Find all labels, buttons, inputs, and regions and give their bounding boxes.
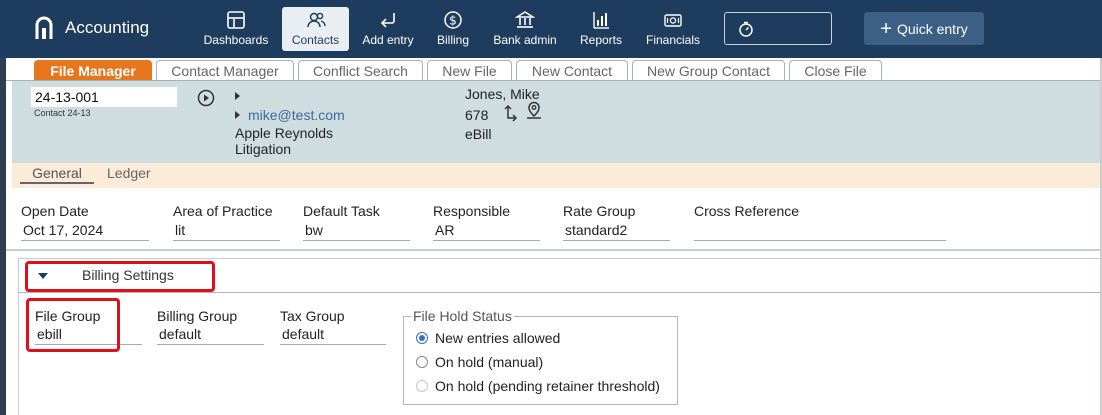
subtab-ledger[interactable]: Ledger: [107, 165, 151, 181]
quick-entry-label: Quick entry: [896, 20, 968, 37]
highlight-box-file-group: [26, 298, 120, 352]
billing-group-label: Billing Group: [157, 308, 238, 324]
default-task-label: Default Task: [303, 203, 380, 219]
client-name: Apple Reynolds: [235, 125, 334, 141]
tab-file-manager[interactable]: File Manager: [34, 60, 152, 80]
nav-bank-admin[interactable]: Bank admin: [488, 7, 562, 51]
contact-email[interactable]: mike@test.com: [248, 107, 345, 123]
tax-group-label: Tax Group: [280, 308, 345, 324]
subtab-bar: [12, 163, 1100, 188]
bank-icon: [515, 11, 535, 28]
responsible-label: Responsible: [433, 203, 511, 219]
area-of-practice-field[interactable]: lit: [173, 222, 280, 241]
contact-code: 678: [465, 107, 489, 123]
contacts-icon: [306, 12, 326, 28]
expand-arrow-icon[interactable]: [235, 111, 240, 119]
contact-note: Contact 24-13: [34, 108, 91, 118]
transfer-icon[interactable]: [502, 103, 520, 123]
dashboard-icon: [227, 11, 245, 29]
rate-group-field[interactable]: standard2: [563, 222, 670, 241]
file-number-field[interactable]: 24-13-001: [31, 87, 177, 107]
nav-reports-label: Reports: [579, 33, 623, 47]
billing-settings-header-line: [18, 292, 1100, 293]
subtab-general[interactable]: General: [20, 165, 94, 184]
billing-icon: $: [444, 11, 462, 29]
nav-contacts-label: Contacts: [291, 33, 340, 47]
radio-on-hold-manual[interactable]: [416, 356, 428, 368]
expand-arrow-icon[interactable]: [235, 92, 240, 100]
responsible-field[interactable]: AR: [433, 222, 540, 241]
radio-on-hold-retainer-label: On hold (pending retainer threshold): [435, 378, 660, 394]
default-task-field[interactable]: bw: [303, 222, 410, 241]
contact-name: Jones, Mike: [465, 86, 540, 102]
nav-add-entry-label: Add entry: [362, 33, 414, 47]
play-icon[interactable]: [197, 89, 215, 107]
radio-new-entries-allowed[interactable]: [416, 332, 428, 344]
nav-bank-admin-label: Bank admin: [493, 33, 557, 47]
matter-type: Litigation: [235, 141, 292, 157]
area-of-practice-label: Area of Practice: [173, 203, 273, 219]
file-hold-status-legend: File Hold Status: [411, 308, 514, 324]
app-logo-icon: [35, 16, 53, 39]
nav-contacts[interactable]: Contacts: [282, 7, 349, 51]
financials-icon: [664, 14, 682, 27]
nav-billing-label: Billing: [436, 33, 469, 47]
radio-on-hold-manual-label[interactable]: On hold (manual): [435, 354, 543, 370]
quick-entry-button[interactable]: + Quick entry: [864, 12, 984, 45]
cross-reference-label: Cross Reference: [694, 203, 800, 219]
nav-add-entry[interactable]: Add entry: [356, 7, 420, 51]
radio-new-entries-allowed-label[interactable]: New entries allowed: [435, 330, 560, 346]
plus-icon: +: [880, 17, 892, 40]
svg-text:$: $: [449, 14, 457, 28]
open-date-label: Open Date: [21, 203, 89, 219]
radio-on-hold-retainer: [416, 380, 428, 392]
nav-reports[interactable]: Reports: [575, 7, 627, 51]
reports-icon: [593, 12, 609, 29]
open-date-field[interactable]: Oct 17, 2024: [21, 222, 149, 241]
billing-group-field[interactable]: default: [157, 326, 264, 345]
highlight-box-billing-settings: [25, 261, 215, 292]
nav-financials-label: Financials: [645, 33, 701, 47]
map-pin-icon[interactable]: [525, 101, 543, 121]
tab-new-contact[interactable]: New Contact: [516, 60, 628, 80]
tab-contact-manager[interactable]: Contact Manager: [156, 60, 294, 80]
window-left-edge: [0, 58, 6, 415]
nav-billing[interactable]: $ Billing: [432, 7, 474, 51]
nav-dashboards[interactable]: Dashboards: [199, 7, 273, 51]
tab-new-group-contact[interactable]: New Group Contact: [632, 60, 785, 80]
tax-group-field[interactable]: default: [280, 326, 386, 345]
timer-widget[interactable]: [724, 12, 832, 45]
nav-dashboards-label: Dashboards: [203, 33, 269, 47]
tab-new-file[interactable]: New File: [427, 60, 512, 80]
app-logo[interactable]: Accounting: [33, 15, 149, 41]
rate-group-label: Rate Group: [563, 203, 636, 219]
app-title: Accounting: [65, 18, 150, 37]
billing-type: eBill: [465, 126, 492, 142]
nav-financials[interactable]: Financials: [641, 7, 705, 51]
section-divider: [6, 249, 1100, 251]
add-entry-icon: [380, 13, 395, 28]
stopwatch-icon: [739, 21, 753, 37]
cross-reference-field[interactable]: [694, 222, 946, 241]
tab-conflict-search[interactable]: Conflict Search: [298, 60, 423, 80]
tab-close-file[interactable]: Close File: [789, 60, 882, 80]
